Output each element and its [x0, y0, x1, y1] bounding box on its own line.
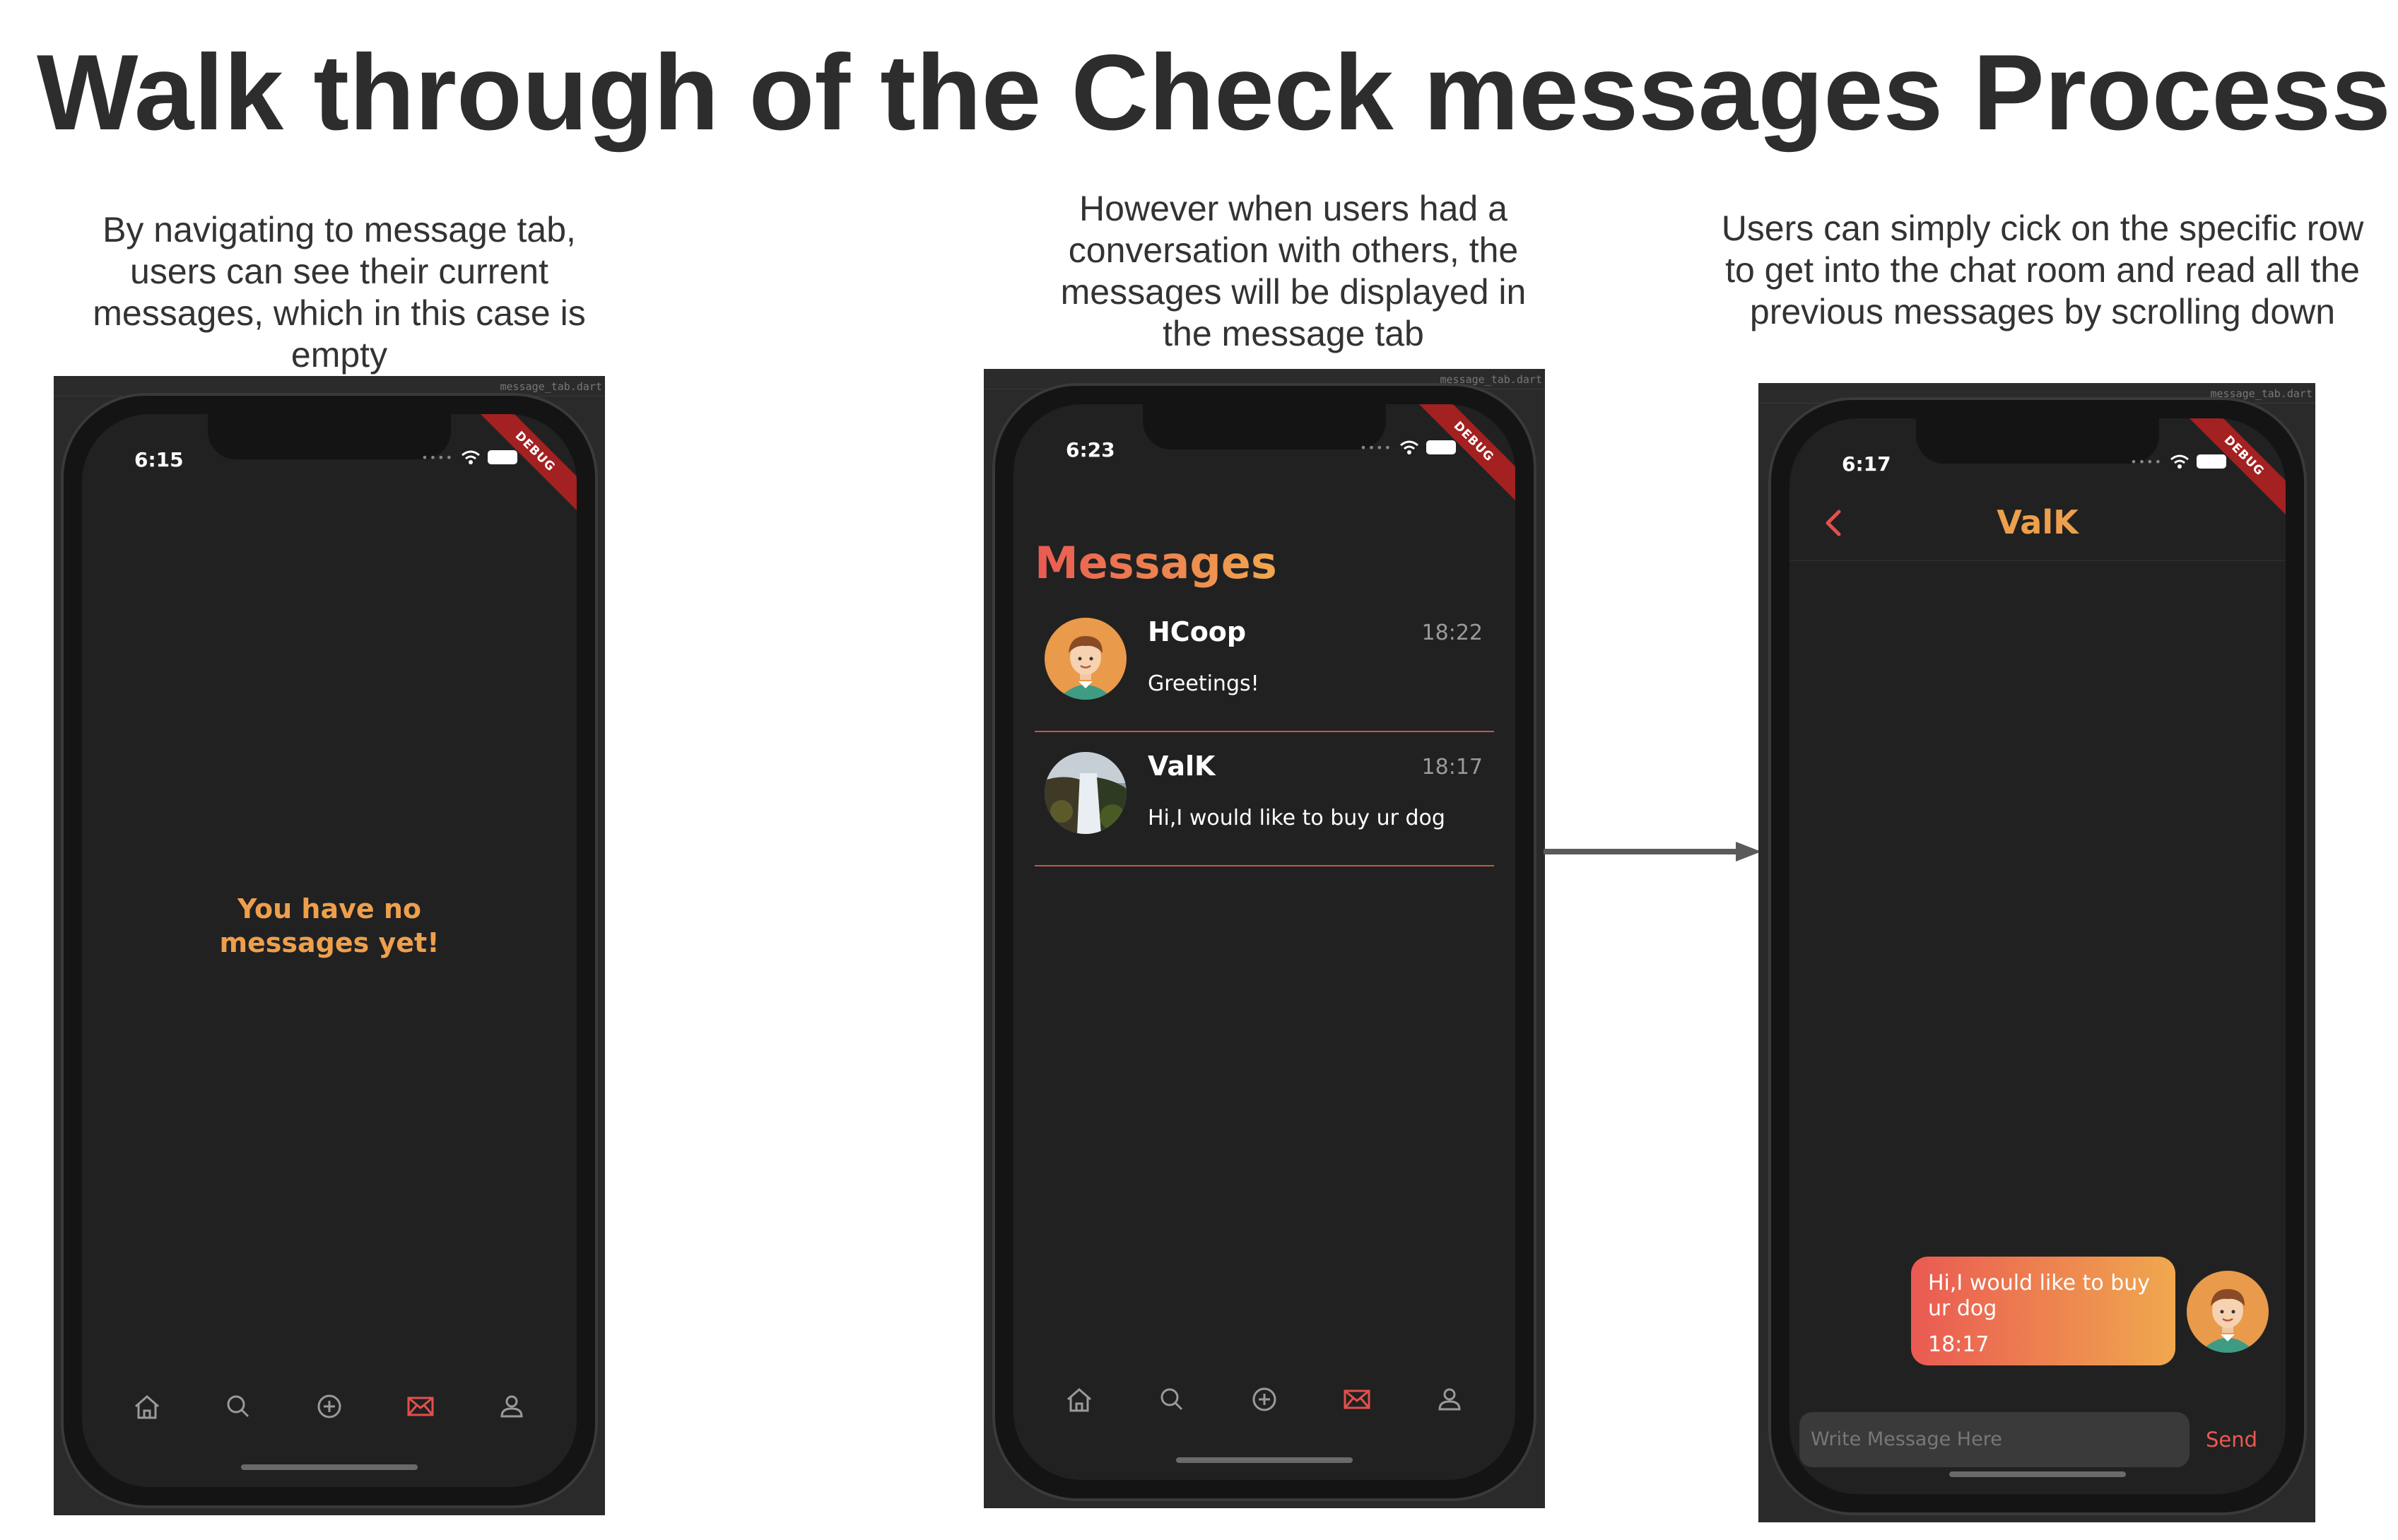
message-bubble: Hi,I would like to buy ur dog 18:17	[1911, 1257, 2175, 1365]
nav-home[interactable]	[124, 1384, 170, 1429]
nav-profile[interactable]	[1427, 1377, 1472, 1422]
mail-icon	[407, 1397, 434, 1416]
phone-screen: 6:15 •••• DEBUG You have no messages yet…	[82, 414, 577, 1487]
home-indicator	[241, 1464, 418, 1470]
nav-search[interactable]	[216, 1384, 261, 1429]
chat-title: ValK	[1997, 503, 2079, 541]
phone-screen: 6:17 •••• DEBUG ValK Hi,I would like to …	[1789, 418, 2286, 1494]
waterfall-photo-avatar	[1045, 752, 1127, 834]
caption-step-3: Users can simply cick on the specific ro…	[1721, 208, 2364, 331]
conversation-time: 18:17	[1421, 755, 1483, 780]
wifi-icon	[462, 450, 480, 464]
cartoon-boy-avatar	[1045, 618, 1127, 700]
phone-notch	[1143, 404, 1386, 449]
screenshot-frame-1: message_tab.dart 6:15 •••• DEBUG You hav…	[54, 376, 605, 1515]
conversation-time: 18:22	[1421, 621, 1483, 645]
add-circle-icon	[317, 1394, 341, 1418]
caption-step-2: However when users had a conversation wi…	[1060, 189, 1527, 353]
phone-notch	[208, 414, 451, 459]
caption-step-1: By navigating to message tab, users can …	[93, 210, 586, 375]
home-icon	[1067, 1388, 1092, 1412]
conversation-preview: Hi,I would like to buy ur dog	[1148, 806, 1445, 830]
conversation-row[interactable]: HCoop 18:22 Greetings!	[1035, 596, 1494, 732]
send-button[interactable]: Send	[2206, 1412, 2257, 1467]
signal-icon: ••••	[2130, 454, 2163, 469]
message-text: Hi,I would like to buy ur dog	[1928, 1271, 2151, 1321]
search-icon	[227, 1395, 249, 1418]
status-icons: ••••	[1360, 440, 1456, 455]
wifi-icon	[1400, 440, 1418, 454]
status-time: 6:15	[134, 448, 184, 471]
conversation-name: ValK	[1148, 751, 1216, 782]
page-title: Walk through of the Check messages Proce…	[37, 33, 2391, 153]
nav-messages[interactable]	[398, 1384, 443, 1429]
status-time: 6:23	[1066, 438, 1115, 462]
nav-profile[interactable]	[489, 1384, 534, 1429]
status-icons: ••••	[421, 449, 517, 465]
flow-arrow-head	[1736, 842, 1761, 862]
bottom-nav	[102, 1378, 557, 1435]
mail-icon	[1344, 1389, 1370, 1409]
nav-home[interactable]	[1057, 1377, 1102, 1422]
phone-notch	[1916, 418, 2159, 464]
conversation-name: HCoop	[1148, 616, 1247, 647]
nav-messages[interactable]	[1334, 1377, 1380, 1422]
chat-header: ValK	[1789, 489, 2286, 561]
bottom-nav	[1033, 1371, 1495, 1428]
conversation-preview: Greetings!	[1148, 671, 1259, 696]
message-input[interactable]: Write Message Here	[1799, 1412, 2190, 1467]
conversation-row[interactable]: ValK 18:17 Hi,I would like to buy ur dog	[1035, 731, 1494, 866]
search-icon	[1160, 1388, 1183, 1411]
profile-icon	[500, 1395, 523, 1418]
status-time: 6:17	[1842, 452, 1891, 476]
signal-icon: ••••	[421, 450, 454, 464]
cartoon-boy-avatar	[2187, 1271, 2269, 1353]
nav-add[interactable]	[307, 1384, 352, 1429]
phone-device: 6:15 •••• DEBUG You have no messages yet…	[61, 393, 598, 1508]
status-icons: ••••	[2130, 454, 2226, 469]
screenshot-frame-3: message_tab.dart 6:17 •••• DEBUG ValK Hi…	[1758, 383, 2315, 1522]
message-time: 18:17	[1928, 1332, 1989, 1357]
phone-device: 6:23 •••• DEBUG Messages HCoop 18:22 Gre…	[992, 383, 1536, 1501]
phone-device: 6:17 •••• DEBUG ValK Hi,I would like to …	[1768, 397, 2307, 1515]
home-indicator	[1949, 1471, 2126, 1477]
signal-icon: ••••	[1360, 440, 1392, 454]
battery-icon	[2197, 454, 2226, 469]
home-indicator	[1176, 1457, 1353, 1463]
screenshot-frame-2: message_tab.dart 6:23 •••• DEBUG Message…	[984, 369, 1545, 1508]
nav-search[interactable]	[1149, 1377, 1194, 1422]
battery-icon	[488, 450, 517, 464]
wifi-icon	[2170, 454, 2189, 469]
empty-state-message: You have no messages yet!	[219, 893, 440, 958]
add-circle-icon	[1252, 1387, 1276, 1411]
phone-screen: 6:23 •••• DEBUG Messages HCoop 18:22 Gre…	[1013, 404, 1515, 1480]
battery-icon	[1426, 440, 1456, 454]
flow-arrow-line	[1544, 849, 1741, 854]
ide-tab-label: message_tab.dart	[500, 380, 603, 393]
nav-add[interactable]	[1242, 1377, 1287, 1422]
home-icon	[135, 1395, 160, 1419]
profile-icon	[1438, 1388, 1461, 1411]
messages-heading: Messages	[1035, 537, 1277, 589]
